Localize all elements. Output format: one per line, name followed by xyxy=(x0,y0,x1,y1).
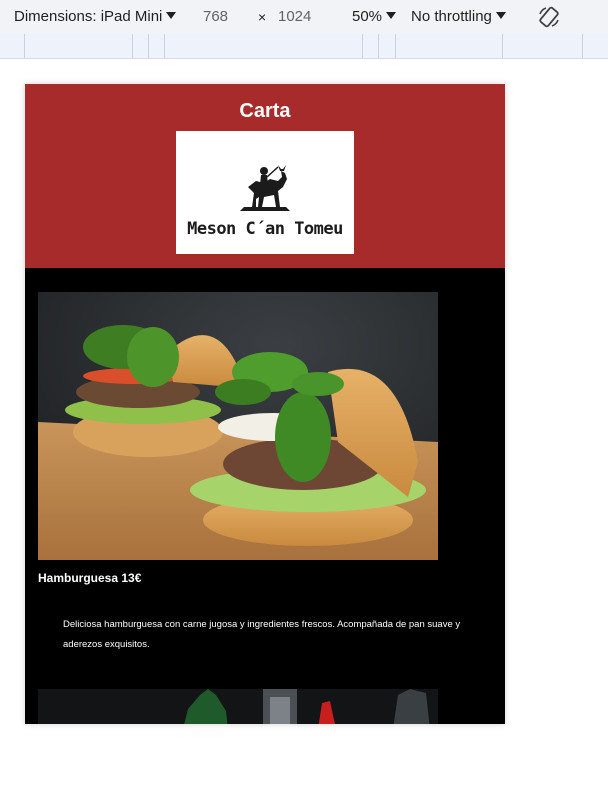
bull-icon xyxy=(240,165,290,211)
rotate-icon[interactable] xyxy=(537,5,561,29)
zoom-label: 50% xyxy=(352,8,383,25)
burger-image xyxy=(38,292,438,560)
height-input[interactable]: 1024 xyxy=(278,8,311,25)
chevron-down-icon xyxy=(166,12,177,19)
ruler-segment[interactable] xyxy=(502,34,503,58)
ruler-segment[interactable] xyxy=(362,34,363,58)
zoom-dropdown[interactable]: 50% xyxy=(352,8,397,25)
page-header: Carta Meson C´an Tomeu xyxy=(25,84,505,268)
ruler-segment[interactable] xyxy=(582,34,583,58)
throttling-dropdown[interactable]: No throttling xyxy=(411,8,506,25)
restaurant-logo: Meson C´an Tomeu xyxy=(176,131,354,254)
logo-text: Meson C´an Tomeu xyxy=(187,219,343,239)
dimensions-label: Dimensions: iPad Mini xyxy=(14,8,163,25)
chevron-down-icon xyxy=(386,12,397,19)
throttling-label: No throttling xyxy=(411,8,492,25)
device-toolbar: Dimensions: iPad Mini 768 × 1024 50% No … xyxy=(0,0,608,34)
next-item-image xyxy=(38,689,438,724)
menu-item-description: Deliciosa hamburguesa con carne jugosa y… xyxy=(63,619,461,650)
media-query-ruler[interactable] xyxy=(0,34,608,59)
ruler-segment[interactable] xyxy=(148,34,149,58)
ruler-segment[interactable] xyxy=(378,34,379,58)
page-title: Carta xyxy=(239,100,291,122)
width-input[interactable]: 768 xyxy=(203,8,228,25)
times-symbol: × xyxy=(258,9,267,25)
ruler-segment[interactable] xyxy=(132,34,133,58)
ruler-segment[interactable] xyxy=(164,34,165,58)
dimensions-dropdown[interactable]: Dimensions: iPad Mini xyxy=(14,8,177,25)
device-viewport: Carta Meson C´an Tomeu Hamburguesa 13€ D… xyxy=(25,84,505,724)
menu-item-title: Hamburguesa 13€ xyxy=(38,571,142,585)
chevron-down-icon xyxy=(495,12,506,19)
ruler-segment[interactable] xyxy=(395,34,396,58)
ruler-segment[interactable] xyxy=(24,34,25,58)
